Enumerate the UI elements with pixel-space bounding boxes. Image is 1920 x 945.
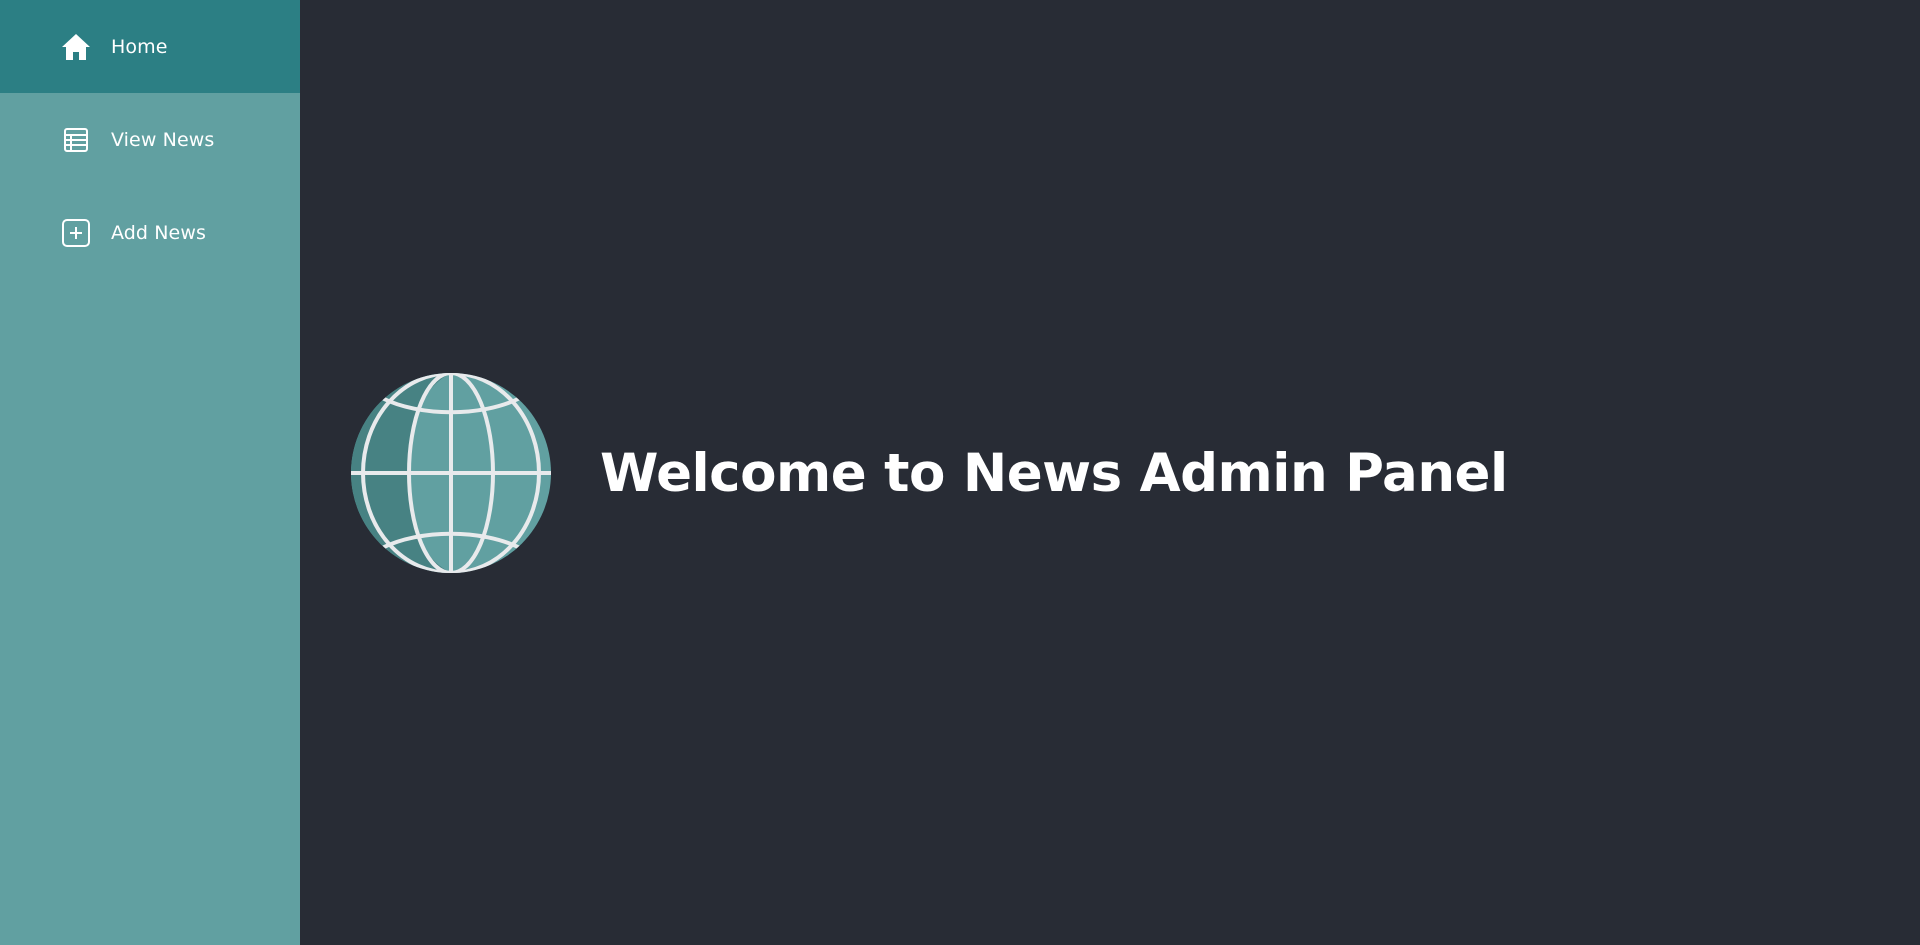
home-icon <box>60 31 92 63</box>
welcome-hero: Welcome to News Admin Panel <box>350 372 1508 574</box>
plus-square-icon <box>60 217 92 249</box>
sidebar-item-home[interactable]: Home <box>0 0 300 93</box>
sidebar: Home View News Add News <box>0 0 300 945</box>
main-content: Welcome to News Admin Panel <box>300 0 1920 945</box>
sidebar-item-label: Home <box>111 35 168 58</box>
page-title: Welcome to News Admin Panel <box>600 442 1508 504</box>
sidebar-item-label: Add News <box>111 221 206 244</box>
app-root: Home View News Add News Welcome to News … <box>0 0 1920 945</box>
sidebar-item-view-news[interactable]: View News <box>0 93 300 186</box>
sidebar-item-add-news[interactable]: Add News <box>0 186 300 279</box>
sidebar-item-label: View News <box>111 128 215 151</box>
list-icon <box>60 124 92 156</box>
globe-icon <box>351 373 551 573</box>
